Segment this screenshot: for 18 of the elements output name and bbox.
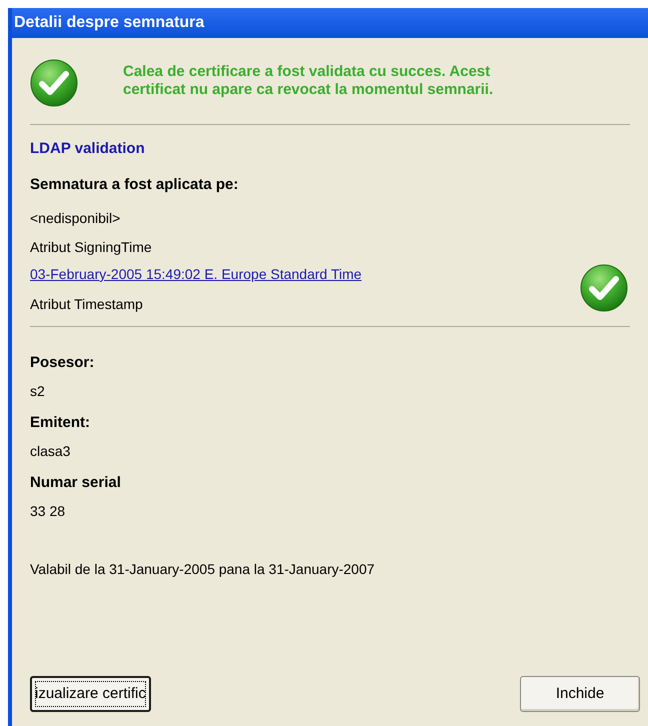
timestamp-link[interactable]: 03-February-2005 15:49:02 E. Europe Standard Time: [30, 264, 362, 284]
close-button[interactable]: Inchide: [520, 676, 640, 712]
signing-time-label: Atribut SigningTime: [30, 238, 153, 255]
window-title: Detalii despre semnatura: [14, 13, 204, 33]
signing-time: <nedisponibil>: [30, 209, 122, 226]
section-heading: LDAP validation: [30, 139, 146, 159]
field-label: Emitent:: [30, 413, 91, 432]
validity-text: Valabil de la 31-January-2005 pana la 31-January-2007: [30, 560, 376, 579]
status-message: Calea de certificare a fost validata cu succes. Acest certificat nu apare ca revocat la momentul semnarii.: [123, 63, 494, 99]
view-certificate-button[interactable]: izualizare certific: [30, 676, 151, 712]
field-value: s2: [30, 382, 46, 399]
section-heading: Semnatura a fost aplicata pe:: [30, 175, 240, 195]
field-value: 33 28: [30, 502, 66, 519]
field-value: clasa3: [30, 442, 72, 459]
timestamp-label: Atribut Timestamp: [30, 295, 144, 312]
field-label: Numar serial: [30, 473, 122, 492]
field-label: Posesor:: [30, 353, 96, 372]
checkmark-icon: [30, 59, 78, 107]
